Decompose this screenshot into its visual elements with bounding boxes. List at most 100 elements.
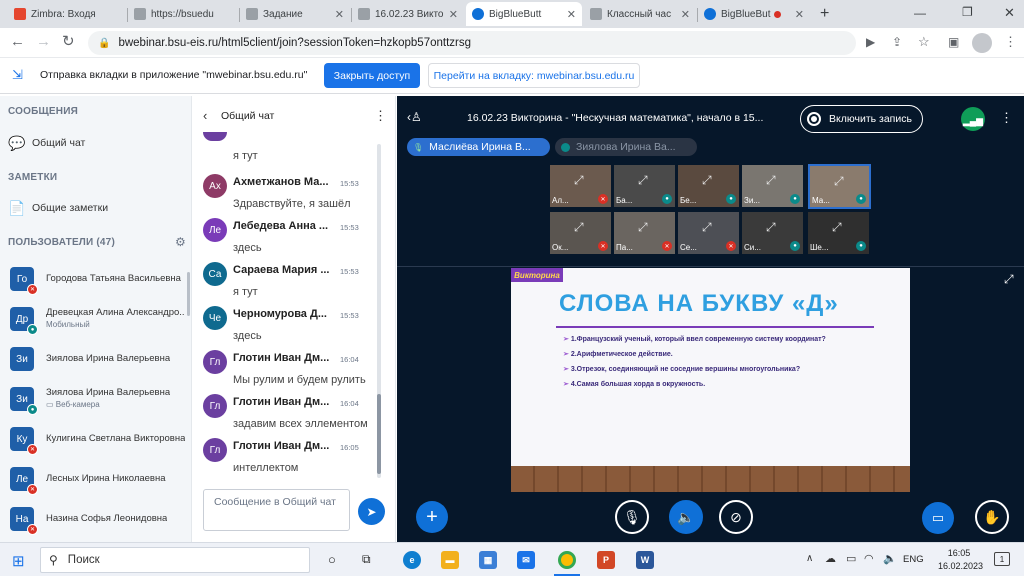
video-tile-active[interactable]: ⤢ Ма... ● (808, 164, 871, 209)
browser-tab[interactable]: Zimbra: Входя (8, 2, 126, 26)
restore-icon[interactable]: ❐ (962, 5, 973, 19)
video-tile[interactable]: ⤢ Ал... ✕ (550, 165, 611, 207)
close-tab-icon[interactable]: ✕ (563, 8, 576, 21)
fullscreen-icon[interactable]: ⤢ (834, 174, 844, 189)
public-chat-item[interactable]: 💬 Общий чат (8, 129, 186, 157)
talker-name: Зиялова Ирина Ва... (576, 141, 676, 153)
options-kebab-icon[interactable]: ⋮ (1000, 110, 1013, 126)
onedrive-icon[interactable]: ☁ (825, 552, 836, 565)
video-tile[interactable]: ⤢ Па... ✕ (614, 212, 675, 254)
close-tab-icon[interactable]: ✕ (791, 8, 804, 21)
video-tile[interactable]: ⤢ Си... ● (742, 212, 803, 254)
url-bar[interactable]: 🔒 bwebinar.bsu-eis.ru/html5client/join?s… (88, 31, 856, 55)
close-tab-icon[interactable]: ✕ (677, 8, 690, 21)
forward-icon[interactable]: → (36, 34, 51, 50)
store-icon[interactable]: ▦ (479, 551, 497, 569)
menu-kebab-icon[interactable]: ⋮ (1004, 34, 1017, 50)
mail-icon[interactable]: ✉ (517, 551, 535, 569)
bookmark-star-icon[interactable]: ☆ (918, 34, 930, 50)
camera-in-use-icon[interactable]: ▶ (866, 34, 875, 50)
video-tile[interactable]: ⤢ Се... ✕ (678, 212, 739, 254)
user-list-item[interactable]: Зи Зиялова Ирина Валерьевна (10, 342, 185, 376)
user-list-item[interactable]: Ле ✕ Лесных Ирина Николаевна (10, 462, 185, 496)
record-button[interactable]: Включить запись (800, 105, 923, 133)
stop-sharing-button[interactable]: Закрыть доступ (324, 63, 420, 88)
word-icon[interactable]: W (636, 551, 654, 569)
browser-tab[interactable]: 16.02.23 Викто ✕ (352, 2, 464, 26)
fullscreen-icon[interactable]: ⤢ (574, 173, 584, 188)
settings-gear-icon[interactable]: ⚙ (175, 235, 186, 249)
fullscreen-icon[interactable]: ⤢ (832, 220, 842, 235)
user-list-toggle-icon[interactable]: ‹♙ (407, 110, 422, 124)
video-tile[interactable]: ⤢ Бе... ● (678, 165, 739, 207)
browser-tab[interactable]: Задание ✕ (240, 2, 350, 26)
clock[interactable]: 16:05 16.02.2023 (938, 547, 983, 573)
fullscreen-icon[interactable]: ⤢ (638, 173, 648, 188)
notification-center-icon[interactable]: 1 (994, 552, 1010, 566)
user-list-item[interactable]: Ку ✕ Кулигина Светлана Викторовна (10, 422, 185, 456)
mute-mic-button[interactable]: 🎙 (615, 500, 649, 534)
profile-avatar[interactable] (972, 33, 992, 53)
chat-options-icon[interactable]: ⋮ (374, 108, 387, 124)
video-tile[interactable]: ⤢ Зи... ● (742, 165, 803, 207)
taskbar-search[interactable]: ⚲ Поиск (40, 547, 310, 573)
language-indicator[interactable]: ENG (903, 554, 924, 565)
close-tab-icon[interactable]: ✕ (331, 8, 344, 21)
browser-tab-active[interactable]: BigBlueButt ✕ (466, 2, 582, 26)
chat-message-input[interactable]: Сообщение в Общий чат (203, 489, 350, 531)
fullscreen-icon[interactable]: ⤢ (574, 220, 584, 235)
chevron-left-icon[interactable]: ‹ (203, 108, 207, 123)
user-list-item[interactable]: Зи ● Зиялова Ирина Валерьевна ▭ Веб-камера (10, 382, 185, 416)
file-explorer-icon[interactable]: ▬ (441, 551, 459, 569)
browser-tab[interactable]: Классный час ✕ (584, 2, 696, 26)
presentation-slide[interactable]: Викторина СЛОВА НА БУКВУ «Д» ➢ 1.Француз… (511, 268, 910, 492)
video-tile[interactable]: ⤢ Ше... ● (808, 212, 869, 254)
talking-indicator[interactable]: Зиялова Ирина Ва... (555, 138, 697, 156)
user-list-item[interactable]: Го ✕ Городова Татьяна Васильевна (10, 262, 185, 296)
chat-scrollbar-thumb[interactable] (377, 394, 381, 474)
share-icon[interactable]: ⇪ (892, 34, 902, 50)
task-view-icon[interactable]: ⧉ (362, 552, 371, 567)
shared-notes-item[interactable]: 📄 Общие заметки (8, 194, 186, 222)
user-list-item[interactable]: Др ● Древецкая Алина Александро... Мобильн… (10, 302, 185, 336)
wifi-icon[interactable]: ◠ (864, 552, 874, 565)
chrome-icon[interactable] (558, 551, 576, 569)
presentation-toggle-button[interactable]: ▭ (922, 502, 954, 534)
fullscreen-icon[interactable]: ⤢ (1004, 272, 1014, 287)
user-list-scrollbar[interactable] (187, 272, 190, 316)
fullscreen-icon[interactable]: ⤢ (702, 173, 712, 188)
reload-icon[interactable]: ↻ (62, 34, 75, 50)
camera-button[interactable]: ⊘ (719, 500, 753, 534)
back-icon[interactable]: ← (10, 34, 25, 50)
fullscreen-icon[interactable]: ⤢ (638, 220, 648, 235)
minimize-icon[interactable]: — (914, 6, 926, 20)
chat-scrollbar-track[interactable] (377, 144, 381, 478)
browser-tab[interactable]: https://bsuedu (128, 2, 238, 26)
edge-icon[interactable]: e (403, 551, 421, 569)
display-icon[interactable]: ▭ (846, 552, 856, 565)
user-list-item[interactable]: На ✕ Назина Софья Леонидовна (10, 502, 185, 536)
show-hidden-icons[interactable]: ∧ (806, 553, 813, 564)
window-close-icon[interactable]: ✕ (1004, 5, 1015, 21)
connection-status-icon[interactable]: ▂▄▆ (961, 107, 985, 131)
windows-start-icon[interactable]: ⊞ (12, 552, 25, 570)
fullscreen-icon[interactable]: ⤢ (766, 173, 776, 188)
cortana-icon[interactable]: ○ (328, 552, 336, 567)
side-panel-icon[interactable]: ▣ (948, 34, 959, 50)
browser-tab[interactable]: BigBlueBut ✕ (698, 2, 810, 26)
muted-mic-icon: ✕ (598, 241, 608, 251)
close-tab-icon[interactable]: ✕ (445, 8, 458, 21)
raise-hand-button[interactable]: ✋ (975, 500, 1009, 534)
fullscreen-icon[interactable]: ⤢ (702, 220, 712, 235)
volume-icon[interactable]: 🔈 (883, 552, 897, 565)
new-tab-button[interactable]: + (820, 5, 829, 23)
send-message-button[interactable]: ➤ (358, 498, 385, 525)
go-to-tab-button[interactable]: Перейти на вкладку: mwebinar.bsu.edu.ru (428, 63, 640, 88)
video-tile[interactable]: ⤢ Ба... ● (614, 165, 675, 207)
video-tile[interactable]: ⤢ Ок... ✕ (550, 212, 611, 254)
actions-plus-button[interactable]: + (416, 501, 448, 533)
audio-button[interactable]: 🔈 (669, 500, 703, 534)
talking-indicator[interactable]: 🎙 Маслиёва Ирина В... (407, 138, 550, 156)
fullscreen-icon[interactable]: ⤢ (766, 220, 776, 235)
powerpoint-icon[interactable]: P (597, 551, 615, 569)
